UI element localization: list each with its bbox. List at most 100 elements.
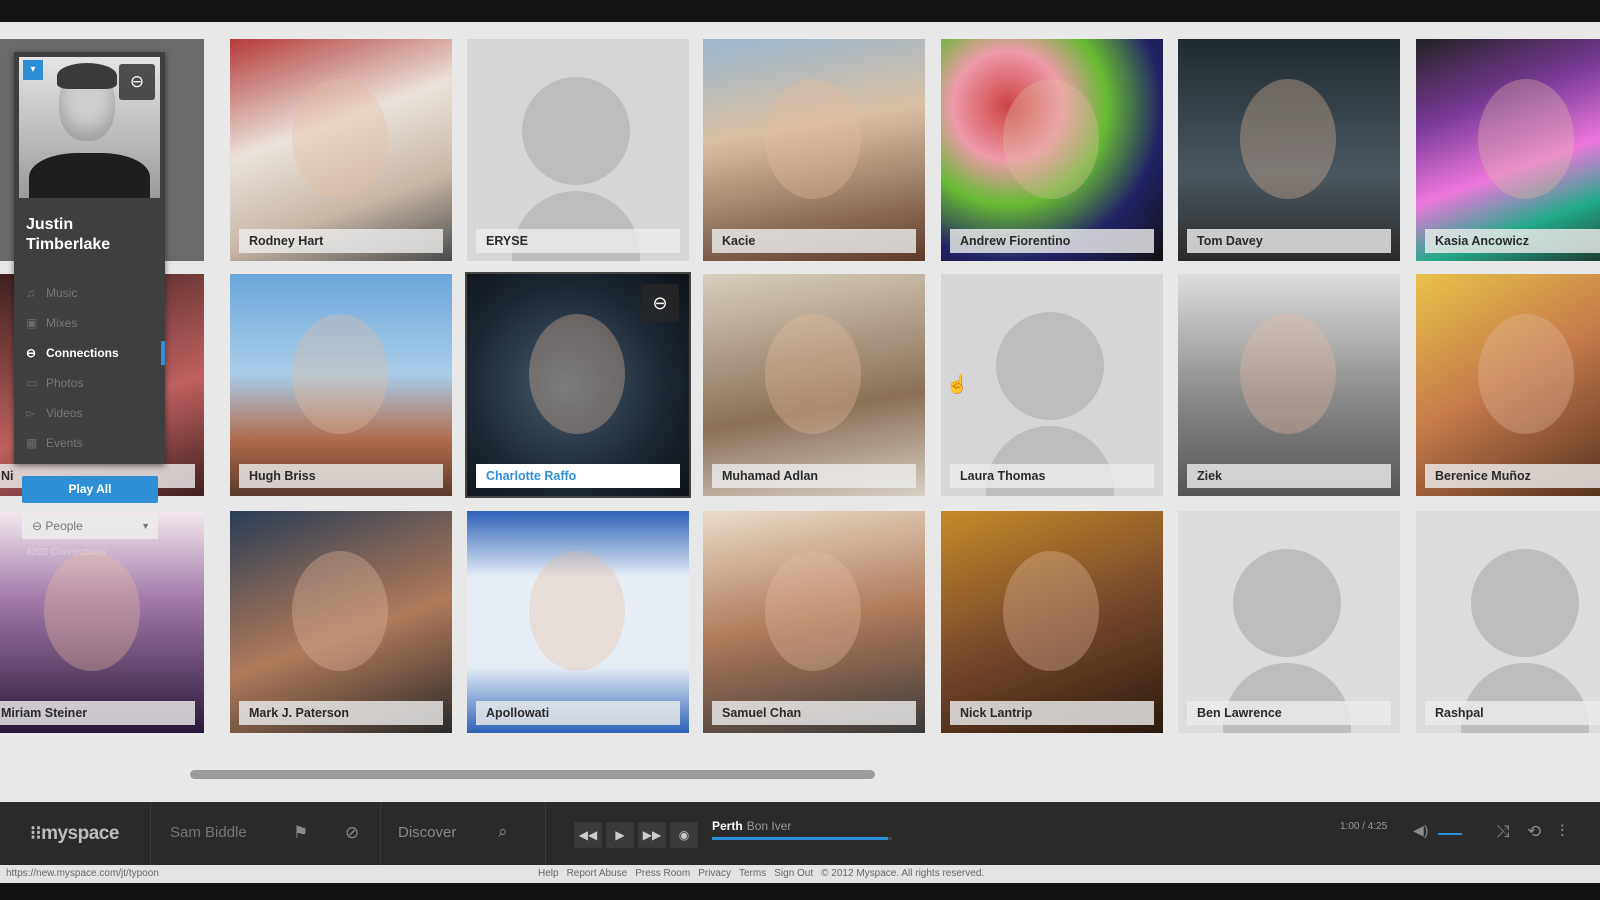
rewind-button[interactable]: ◀◀ — [574, 822, 602, 848]
connection-name: Miriam Steiner — [0, 701, 195, 725]
footer-link[interactable]: Terms — [739, 868, 766, 879]
avatar-silhouette-head — [996, 312, 1104, 420]
connection-name: Berenice Muñoz — [1425, 464, 1600, 488]
volume-icon[interactable]: ◀) — [1413, 822, 1428, 839]
volume-slider[interactable] — [1438, 833, 1462, 835]
logo-mark-icon: ⁝⁝ — [30, 823, 42, 844]
bottom-bar — [0, 883, 1600, 900]
footer-link[interactable]: Press Room — [635, 868, 690, 879]
menu-item-connections[interactable]: ⊖ Connections — [14, 338, 165, 368]
track-time: 1:00 / 4:25 — [1340, 821, 1388, 832]
connection-tile[interactable]: Kacie — [703, 39, 925, 261]
fast-forward-button[interactable]: ▶▶ — [638, 822, 666, 848]
face-shape — [529, 314, 625, 434]
people-icon: ⊖ — [32, 519, 46, 533]
divider — [150, 802, 151, 865]
footer-link[interactable]: Privacy — [698, 868, 731, 879]
connection-name: Tom Davey — [1187, 229, 1391, 253]
avatar-silhouette-head — [1233, 549, 1341, 657]
connection-name: Nick Lantrip — [950, 701, 1154, 725]
connection-tile[interactable]: Mark J. Paterson — [230, 511, 452, 733]
menu-item-photos[interactable]: ▭ Photos — [14, 368, 165, 398]
people-filter-select[interactable]: ⊖ People ▼ — [22, 514, 158, 539]
connection-tile[interactable]: Ziek — [1178, 274, 1400, 496]
face-shape — [1240, 314, 1336, 434]
track-progress-fill — [712, 837, 889, 840]
connect-icon[interactable]: ⊖ — [641, 284, 679, 322]
connect-track-button[interactable]: ◉ — [670, 822, 698, 848]
connection-tile[interactable]: Rodney Hart — [230, 39, 452, 261]
face-shape — [1240, 79, 1336, 199]
search-icon[interactable]: ⌕ — [498, 822, 508, 842]
face-shape — [1003, 79, 1099, 199]
connect-icon[interactable]: ⊖ — [119, 64, 155, 100]
face-shape — [292, 551, 388, 671]
discover-link[interactable]: Discover — [398, 824, 456, 841]
connection-tile[interactable]: Miriam Steiner — [0, 511, 204, 733]
hand-cursor-icon: ☝ — [946, 374, 969, 394]
photos-icon: ▭ — [26, 376, 38, 390]
connection-name: Samuel Chan — [712, 701, 916, 725]
connection-name: Rashpal — [1425, 701, 1600, 725]
connection-name: Muhamad Adlan — [712, 464, 916, 488]
status-url: https://new.myspace.com/jt/typoon — [6, 868, 159, 879]
connection-tile[interactable]: Nick Lantrip — [941, 511, 1163, 733]
chevron-down-icon: ▼ — [141, 521, 150, 531]
connection-tile[interactable]: Berenice Muñoz — [1416, 274, 1600, 496]
connection-name: Apollowati — [476, 701, 680, 725]
face-shape — [1478, 79, 1574, 199]
connection-tile[interactable]: Rashpal — [1416, 511, 1600, 733]
connection-tile[interactable]: Kasia Ancowicz — [1416, 39, 1600, 261]
face-shape — [529, 551, 625, 671]
menu-item-mixes[interactable]: ▣ Mixes — [14, 308, 165, 338]
connection-name: Charlotte Raffo — [476, 464, 680, 488]
user-name-link[interactable]: Sam Biddle — [170, 824, 247, 841]
menu-item-music[interactable]: ♫ Music — [14, 278, 165, 308]
horizontal-scrollbar[interactable] — [190, 770, 875, 779]
footer-link[interactable]: Report Abuse — [567, 868, 628, 879]
artist-name: Justin Timberlake — [26, 216, 111, 253]
connection-name: Rodney Hart — [239, 229, 443, 253]
track-progress-bar[interactable] — [712, 837, 892, 840]
connections-grid-area: Rodney Hart ERYSE Kacie Andrew Fiorentino To… — [0, 22, 1600, 802]
myspace-logo[interactable]: ⁝⁝myspace — [30, 822, 119, 845]
connect-icon[interactable]: ⊘ — [345, 823, 359, 843]
connection-name: ERYSE — [476, 229, 680, 253]
play-all-button[interactable]: Play All — [22, 476, 158, 503]
connection-tile[interactable]: Hugh Briss — [230, 274, 452, 496]
divider — [545, 802, 546, 865]
player-bar: ⁝⁝myspace Sam Biddle ⚑ ⊘ Discover ⌕ ◀◀ ▶… — [0, 802, 1600, 865]
connection-tile[interactable]: Apollowati — [467, 511, 689, 733]
track-artist: Bon Iver — [746, 819, 792, 833]
footer-link[interactable]: Sign Out — [774, 868, 813, 879]
connection-tile[interactable]: Muhamad Adlan — [703, 274, 925, 496]
divider — [380, 802, 381, 865]
equalizer-icon[interactable]: ⫶ — [1560, 822, 1564, 842]
connection-tile[interactable]: Tom Davey — [1178, 39, 1400, 261]
connection-tile[interactable]: Laura Thomas — [941, 274, 1163, 496]
videos-icon: ▻ — [26, 406, 36, 420]
flag-icon[interactable]: ⚑ — [293, 823, 308, 843]
connection-tile[interactable]: ERYSE — [467, 39, 689, 261]
connection-tile[interactable]: Ben Lawrence — [1178, 511, 1400, 733]
footer-link[interactable]: Help — [538, 868, 559, 879]
face-shape — [1003, 551, 1099, 671]
connection-tile[interactable]: ⊖ Charlotte Raffo — [467, 274, 689, 496]
avatar-silhouette-head — [1471, 549, 1579, 657]
avatar-silhouette-head — [522, 77, 630, 185]
footer-links: Help Report Abuse Press Room Privacy Terms Si… — [538, 865, 992, 883]
mixes-icon: ▣ — [26, 316, 38, 330]
shuffle-icon[interactable]: ⤨ — [1496, 822, 1510, 842]
window-top-bar — [0, 0, 1600, 22]
menu-item-videos[interactable]: ▻ Videos — [14, 398, 165, 428]
repeat-icon[interactable]: ⟲ — [1527, 822, 1541, 842]
connection-name: Andrew Fiorentino — [950, 229, 1154, 253]
face-shape — [1478, 314, 1574, 434]
connection-tile[interactable]: Samuel Chan — [703, 511, 925, 733]
play-button[interactable]: ▶ — [606, 822, 634, 848]
chevron-down-icon[interactable]: ▾ — [23, 60, 43, 80]
connection-name: Ziek — [1187, 464, 1391, 488]
menu-item-events[interactable]: ▦ Events — [14, 428, 165, 458]
connection-tile[interactable]: Andrew Fiorentino — [941, 39, 1163, 261]
connection-name: Ben Lawrence — [1187, 701, 1391, 725]
